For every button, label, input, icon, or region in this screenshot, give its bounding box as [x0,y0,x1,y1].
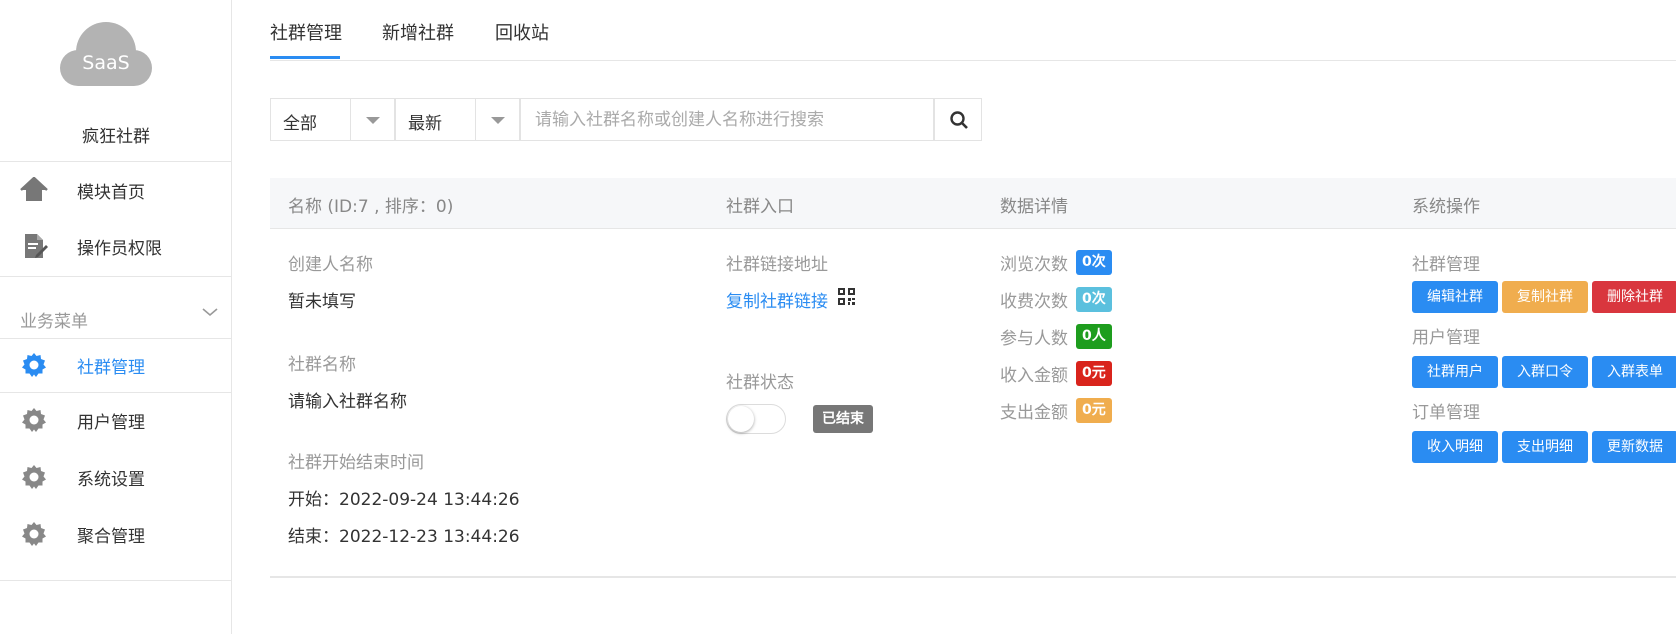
community-name-value: 请输入社群名称 [288,392,407,412]
logo: SaaS [58,18,154,90]
update-data-button[interactable]: 更新数据 [1592,431,1676,463]
toggle-knob [728,406,754,432]
status-badge: 已结束 [813,405,873,433]
end-time: 结束：2022-12-23 13:44:26 [288,527,520,547]
gear-icon [22,353,46,377]
column-header-name: 名称 (ID:7 , 排序：0) [288,197,454,217]
sidebar-item-community-management[interactable]: 社群管理 [0,340,232,388]
sidebar-section-label: 业务菜单 [20,312,88,332]
chevron-down-icon[interactable] [200,302,220,322]
document-edit-icon [25,234,48,258]
top-tabs: 社群管理 新增社群 回收站 [270,0,1676,61]
sidebar-divider [0,276,232,277]
column-header-data: 数据详情 [1000,197,1068,217]
sidebar-item-label: 系统设置 [77,470,145,490]
join-password-button[interactable]: 入群口令 [1502,356,1588,388]
stat-income-badge: 0元 [1076,361,1112,386]
gear-icon [22,465,46,489]
site-name: 疯狂社群 [82,127,150,147]
active-tab-indicator [270,56,340,59]
search-icon [950,111,968,129]
delete-community-button[interactable]: 删除社群 [1592,281,1676,313]
tab-add-community[interactable]: 新增社群 [382,19,454,45]
scope-select-value: 全部 [283,114,317,134]
tab-community-management[interactable]: 社群管理 [270,19,342,45]
sort-select[interactable]: 最新 [395,98,520,141]
link-label: 社群链接地址 [726,255,828,275]
sidebar-item-operator-permissions[interactable]: 操作员权限 [0,221,232,269]
stat-participants-label: 参与人数 [1000,329,1068,349]
sidebar-item-aggregation-management[interactable]: 聚合管理 [0,509,232,557]
column-header-operations: 系统操作 [1412,197,1480,217]
sidebar-item-user-management[interactable]: 用户管理 [0,395,232,443]
start-time: 开始：2022-09-24 13:44:26 [288,490,520,510]
time-range-label: 社群开始结束时间 [288,453,424,473]
ops-group-community: 社群管理 [1412,255,1480,275]
sidebar-item-label: 社群管理 [77,358,145,378]
status-toggle[interactable] [726,404,786,434]
gear-icon [22,408,46,432]
app: SaaS 疯狂社群 模块首页 操作员权限 业务菜单 社群管理 用户管理 系统设置… [0,0,1676,634]
stat-expense-label: 支出金额 [1000,403,1068,423]
table-header: 名称 (ID:7 , 排序：0) 社群入口 数据详情 系统操作 [270,178,1676,229]
sidebar-divider [0,338,232,339]
gear-icon [22,522,46,546]
stat-views-badge: 0次 [1076,250,1112,275]
column-header-entry: 社群入口 [726,197,794,217]
copy-community-button[interactable]: 复制社群 [1502,281,1588,313]
ops-group-users: 用户管理 [1412,328,1480,348]
stat-paid-label: 收费次数 [1000,292,1068,312]
sidebar-item-home[interactable]: 模块首页 [0,165,232,213]
sidebar-item-label: 模块首页 [77,183,145,203]
income-details-button[interactable]: 收入明细 [1412,431,1498,463]
creator-value: 暂未填写 [288,292,356,312]
home-icon [20,177,48,201]
sort-select-value: 最新 [408,114,442,134]
creator-label: 创建人名称 [288,255,373,275]
copy-link-button[interactable]: 复制社群链接 [726,287,828,312]
stat-participants-badge: 0人 [1076,324,1112,349]
tab-recycle-bin[interactable]: 回收站 [495,19,549,45]
sidebar-item-label: 聚合管理 [77,527,145,547]
logo-text: SaaS [82,52,130,74]
community-users-button[interactable]: 社群用户 [1412,356,1498,388]
status-label: 社群状态 [726,373,794,393]
sidebar-item-label: 用户管理 [77,413,145,433]
search-input[interactable] [520,98,934,141]
sidebar-divider [0,161,232,162]
search-button[interactable] [934,98,982,141]
table-row: 创建人名称 暂未填写 社群名称 请输入社群名称 社群开始结束时间 开始：2022… [270,229,1676,578]
caret-down-icon [475,99,519,140]
sidebar-divider [0,392,232,393]
sidebar-item-system-settings[interactable]: 系统设置 [0,452,232,500]
caret-down-icon [350,99,394,140]
stat-paid-badge: 0次 [1076,287,1112,312]
stat-expense-badge: 0元 [1076,398,1112,423]
qr-code-icon[interactable] [838,288,855,305]
community-name-label: 社群名称 [288,355,356,375]
sidebar-item-label: 操作员权限 [77,239,162,259]
edit-community-button[interactable]: 编辑社群 [1412,281,1498,313]
expense-details-button[interactable]: 支出明细 [1502,431,1588,463]
sidebar: SaaS 疯狂社群 模块首页 操作员权限 业务菜单 社群管理 用户管理 系统设置… [0,0,232,634]
ops-group-orders: 订单管理 [1412,403,1480,423]
sidebar-divider [0,580,232,581]
join-form-button[interactable]: 入群表单 [1592,356,1676,388]
stat-views-label: 浏览次数 [1000,255,1068,275]
scope-select[interactable]: 全部 [270,98,395,141]
stat-income-label: 收入金额 [1000,366,1068,386]
